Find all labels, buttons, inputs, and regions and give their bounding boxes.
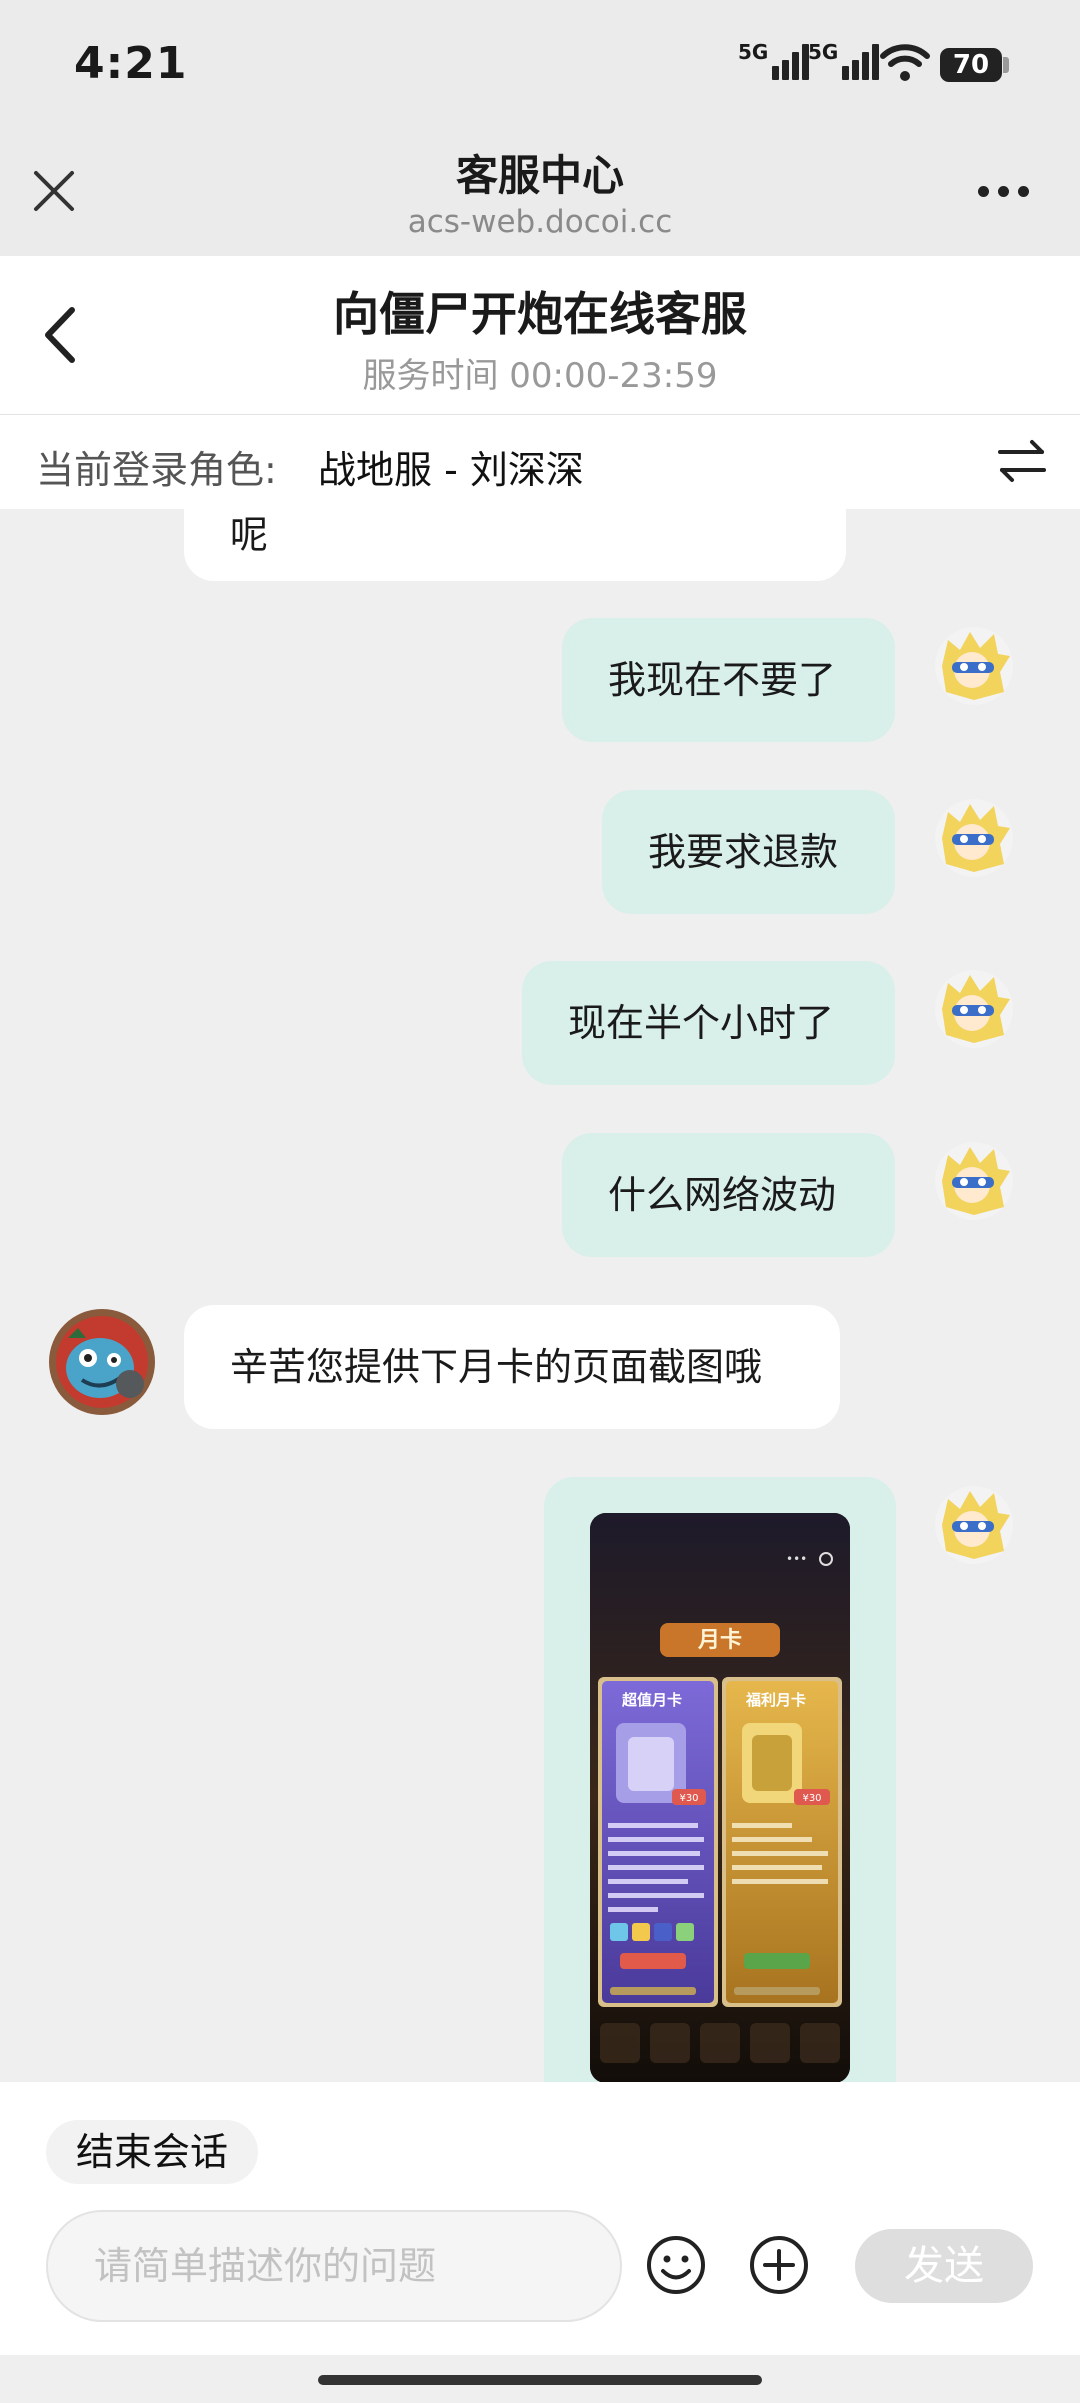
message-text: 辛苦您提供下月卡的页面截图哦: [230, 1345, 763, 1389]
message-text: 什么网络波动: [608, 1173, 837, 1217]
svg-text:月卡: 月卡: [697, 1628, 742, 1653]
agent-avatar[interactable]: [48, 1308, 156, 1416]
message-text: 呢: [230, 513, 269, 557]
service-hours-label: 服务时间: [362, 356, 499, 396]
wifi-icon: [880, 44, 930, 81]
page-url: acs-web.docoi.cc: [407, 204, 673, 240]
message-text: 我现在不要了: [608, 658, 837, 702]
chat-area[interactable]: 呢 我现在不要了 我要求退款 现在半个小时了 什么网络波动 辛苦您提供下月卡的页…: [0, 509, 1080, 2082]
role-bar: 当前登录角色: 战地服 - 刘深深: [0, 415, 1080, 509]
switch-icon[interactable]: [996, 437, 1048, 485]
role-label: 当前登录角色:: [36, 448, 277, 492]
cs-title: 向僵尸开炮在线客服: [333, 287, 747, 341]
agent-message: 辛苦您提供下月卡的页面截图哦: [184, 1305, 840, 1429]
user-avatar[interactable]: [934, 798, 1014, 878]
svg-text:¥30: ¥30: [679, 1793, 698, 1804]
screenshot-image: ••• 月卡 超值月卡 ¥30 福利月卡 ¥30: [590, 1513, 850, 2082]
battery-tip: [1003, 57, 1009, 73]
monthly-card-screenshot: ••• 月卡 超值月卡 ¥30 福利月卡 ¥30: [590, 1513, 850, 2082]
message-input[interactable]: 请简单描述你的问题: [46, 2210, 622, 2322]
agent-message: 呢: [184, 509, 846, 581]
image-message[interactable]: ••• 月卡 超值月卡 ¥30 福利月卡 ¥30: [544, 1477, 896, 2082]
user-message: 现在半个小时了: [522, 961, 895, 1085]
message-text: 现在半个小时了: [568, 1001, 835, 1045]
page-title: 客服中心: [455, 151, 624, 200]
user-message: 什么网络波动: [562, 1133, 895, 1257]
svg-text:超值月卡: 超值月卡: [621, 1691, 682, 1709]
cs-header: 向僵尸开炮在线客服 服务时间 00:00-23:59: [0, 256, 1080, 415]
home-area: [0, 2355, 1080, 2403]
end-session-button[interactable]: 结束会话: [46, 2120, 259, 2184]
service-hours-value: 00:00-23:59: [509, 356, 718, 396]
user-avatar[interactable]: [934, 1141, 1014, 1221]
status-bar: 4:21 5G 5G 70: [0, 0, 1080, 130]
svg-text:¥30: ¥30: [802, 1793, 821, 1804]
status-time: 4:21: [74, 38, 188, 89]
user-message: 我要求退款: [602, 790, 895, 914]
message-text: 我要求退款: [648, 830, 839, 874]
signal-1-label: 5G: [738, 40, 769, 64]
browser-bar: 客服中心 acs-web.docoi.cc: [0, 130, 1080, 256]
send-button[interactable]: 发送: [855, 2229, 1033, 2303]
service-hours: 服务时间 00:00-23:59: [0, 348, 1080, 397]
emoji-icon[interactable]: [645, 2234, 707, 2296]
svg-text:福利月卡: 福利月卡: [745, 1691, 806, 1709]
user-message: 我现在不要了: [562, 618, 895, 742]
home-indicator[interactable]: [318, 2375, 762, 2385]
more-icon[interactable]: [976, 182, 1032, 202]
user-avatar[interactable]: [934, 969, 1014, 1049]
role-value: 战地服 - 刘深深: [318, 448, 584, 492]
user-avatar[interactable]: [934, 626, 1014, 706]
add-attachment-icon[interactable]: [748, 2234, 810, 2296]
user-avatar[interactable]: [934, 1485, 1014, 1565]
svg-text:•••: •••: [786, 1552, 807, 1566]
composer-panel: 结束会话 请简单描述你的问题 发送: [0, 2082, 1080, 2355]
battery-indicator: 70: [940, 48, 1002, 82]
signal-2-label: 5G: [808, 40, 839, 64]
